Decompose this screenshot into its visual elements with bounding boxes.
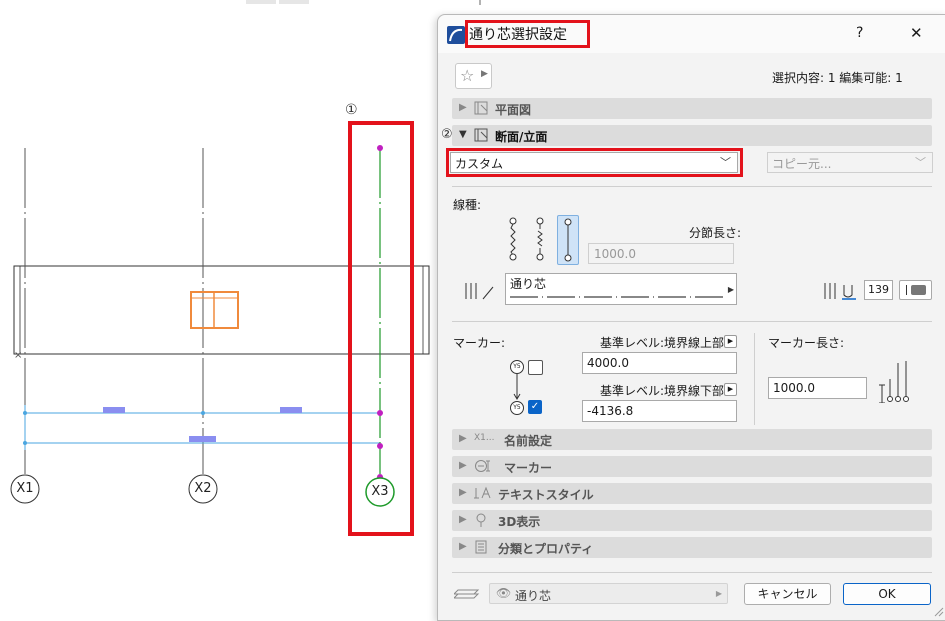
- grid-line-x3-selected[interactable]: [365, 145, 395, 507]
- section-label: 平面図: [495, 103, 532, 117]
- pen-weight-icon: [824, 283, 856, 300]
- naming-icon: X1...: [474, 433, 495, 443]
- pen-number-field[interactable]: 139: [864, 280, 893, 300]
- line-style-name: 通り芯: [510, 277, 547, 291]
- copy-from-value: コピー元...: [772, 157, 832, 171]
- resize-grip-icon[interactable]: [934, 607, 944, 617]
- divider: [452, 572, 932, 573]
- pen-color-swatch: [911, 285, 926, 295]
- section-label: 断面/立面: [495, 130, 548, 144]
- line-style-icon: [465, 283, 494, 300]
- expand-arrow-icon: ▶: [459, 487, 467, 498]
- canvas-highlight-box: [348, 121, 414, 536]
- grid-selection-settings-dialog: 通り芯選択設定 ? ✕ ☆ ▶ 選択内容: 1 編集可能: 1 ▶ 平面図 ② …: [437, 14, 945, 621]
- floor-plan-icon: [474, 101, 488, 115]
- section-section-elevation[interactable]: ▼ 断面/立面: [452, 125, 932, 146]
- wall-element[interactable]: [13, 265, 430, 355]
- marker-length-label: マーカー長さ:: [768, 336, 845, 350]
- marker-top-icon: Y5: [510, 360, 524, 374]
- archicad-app-icon: [447, 26, 465, 44]
- lower-marker-checkbox[interactable]: ✓: [528, 400, 542, 414]
- layer-select[interactable]: 👁 通り芯 ▶: [489, 583, 728, 604]
- classification-icon: [475, 540, 487, 554]
- layer-icon: [454, 589, 480, 599]
- line-type-option-3-selected[interactable]: [557, 215, 579, 265]
- divider: [452, 186, 932, 187]
- section-label: テキストスタイル: [498, 488, 594, 502]
- layer-name: 通り芯: [515, 589, 552, 603]
- section-marker[interactable]: ▶ マーカー: [452, 456, 932, 477]
- grid-label-x3: X3: [371, 484, 389, 499]
- 3d-view-icon: [476, 513, 486, 527]
- expand-arrow-icon: ▶: [459, 102, 467, 113]
- expand-arrow-icon: ▶: [459, 514, 467, 525]
- marker-connector-arrow: [513, 374, 521, 400]
- marker-bottom-icon: Y5: [510, 401, 524, 415]
- continuous-line-icon: [564, 218, 572, 262]
- section-label: 3D表示: [498, 515, 541, 529]
- expand-arrow-icon: ▶: [459, 433, 467, 444]
- grid-label-x1: X1: [16, 481, 34, 496]
- favorites-button[interactable]: ☆ ▶: [455, 63, 492, 89]
- selection-info: 選択内容: 1 編集可能: 1: [772, 71, 903, 85]
- step-marker-1: ①: [345, 102, 358, 118]
- lower-reference-menu[interactable]: ▶: [724, 383, 737, 396]
- grid-line-x2[interactable]: [188, 148, 218, 504]
- text-style-icon: [474, 486, 491, 499]
- grid-label-x2: X2: [194, 481, 212, 496]
- title-highlight-box: [465, 20, 590, 48]
- ok-button[interactable]: OK: [843, 583, 931, 605]
- chevron-right-icon: ▶: [481, 69, 488, 79]
- section-3d-view[interactable]: ▶ 3D表示: [452, 510, 932, 531]
- line-type-option-1[interactable]: [507, 217, 519, 261]
- expand-arrow-icon: ▶: [459, 541, 467, 552]
- marker-label: マーカー:: [453, 336, 506, 350]
- dimension-lines[interactable]: [23, 405, 380, 450]
- section-label: 分類とプロパティ: [498, 542, 594, 556]
- line-type-option-2[interactable]: [534, 217, 546, 261]
- vertical-divider: [754, 333, 755, 425]
- segment-length-label: 分節長さ:: [689, 226, 742, 240]
- line-style-preview: [510, 296, 725, 298]
- star-icon: ☆: [460, 66, 475, 85]
- marker-length-icon: [879, 361, 909, 403]
- marker-length-field[interactable]: 1000.0: [768, 377, 867, 399]
- section-naming[interactable]: ▶ X1... 名前設定: [452, 429, 932, 450]
- section-text-style[interactable]: ▶ テキストスタイル: [452, 483, 932, 504]
- help-button[interactable]: ?: [856, 25, 863, 41]
- toolbar-tab[interactable]: [279, 0, 309, 4]
- upper-level-field[interactable]: 4000.0: [582, 352, 737, 374]
- collapse-arrow-icon: ▼: [459, 129, 467, 140]
- section-elevation-icon: [474, 128, 488, 142]
- section-classification[interactable]: ▶ 分類とプロパティ: [452, 537, 932, 558]
- cancel-button[interactable]: キャンセル: [744, 583, 831, 605]
- lower-reference-label: 基準レベル:境界線下部: [600, 384, 725, 398]
- lower-level-field[interactable]: -4136.8: [582, 400, 737, 422]
- select-highlight-box: [446, 148, 743, 177]
- chevron-down-icon: ﹀: [915, 156, 926, 169]
- step-marker-2: ②: [441, 127, 453, 142]
- upper-marker-checkbox[interactable]: [528, 360, 543, 375]
- upper-reference-menu[interactable]: ▶: [724, 335, 737, 348]
- expand-arrow-icon: ▶: [459, 460, 467, 471]
- toolbar-tab[interactable]: [246, 0, 276, 4]
- divider: [452, 321, 932, 322]
- section-label: マーカー: [504, 461, 553, 475]
- eye-icon: 👁: [496, 586, 512, 600]
- chevron-right-icon: ▶: [715, 589, 722, 598]
- line-style-select[interactable]: 通り芯 ▶: [505, 273, 737, 305]
- section-floor-plan[interactable]: ▶ 平面図: [452, 98, 932, 119]
- marker-icon: [475, 460, 490, 472]
- pen-color-button[interactable]: [899, 280, 932, 300]
- window-element[interactable]: [190, 291, 239, 329]
- section-label: 名前設定: [504, 434, 553, 448]
- cross-marker-icon: ×: [14, 350, 22, 361]
- chevron-right-icon: ▶: [727, 285, 734, 294]
- close-button[interactable]: ✕: [910, 24, 923, 42]
- copy-from-select[interactable]: コピー元... ﹀: [767, 152, 933, 173]
- upper-reference-label: 基準レベル:境界線上部: [600, 336, 725, 350]
- segment-length-field[interactable]: 1000.0: [588, 243, 734, 264]
- line-type-label: 線種:: [453, 198, 482, 212]
